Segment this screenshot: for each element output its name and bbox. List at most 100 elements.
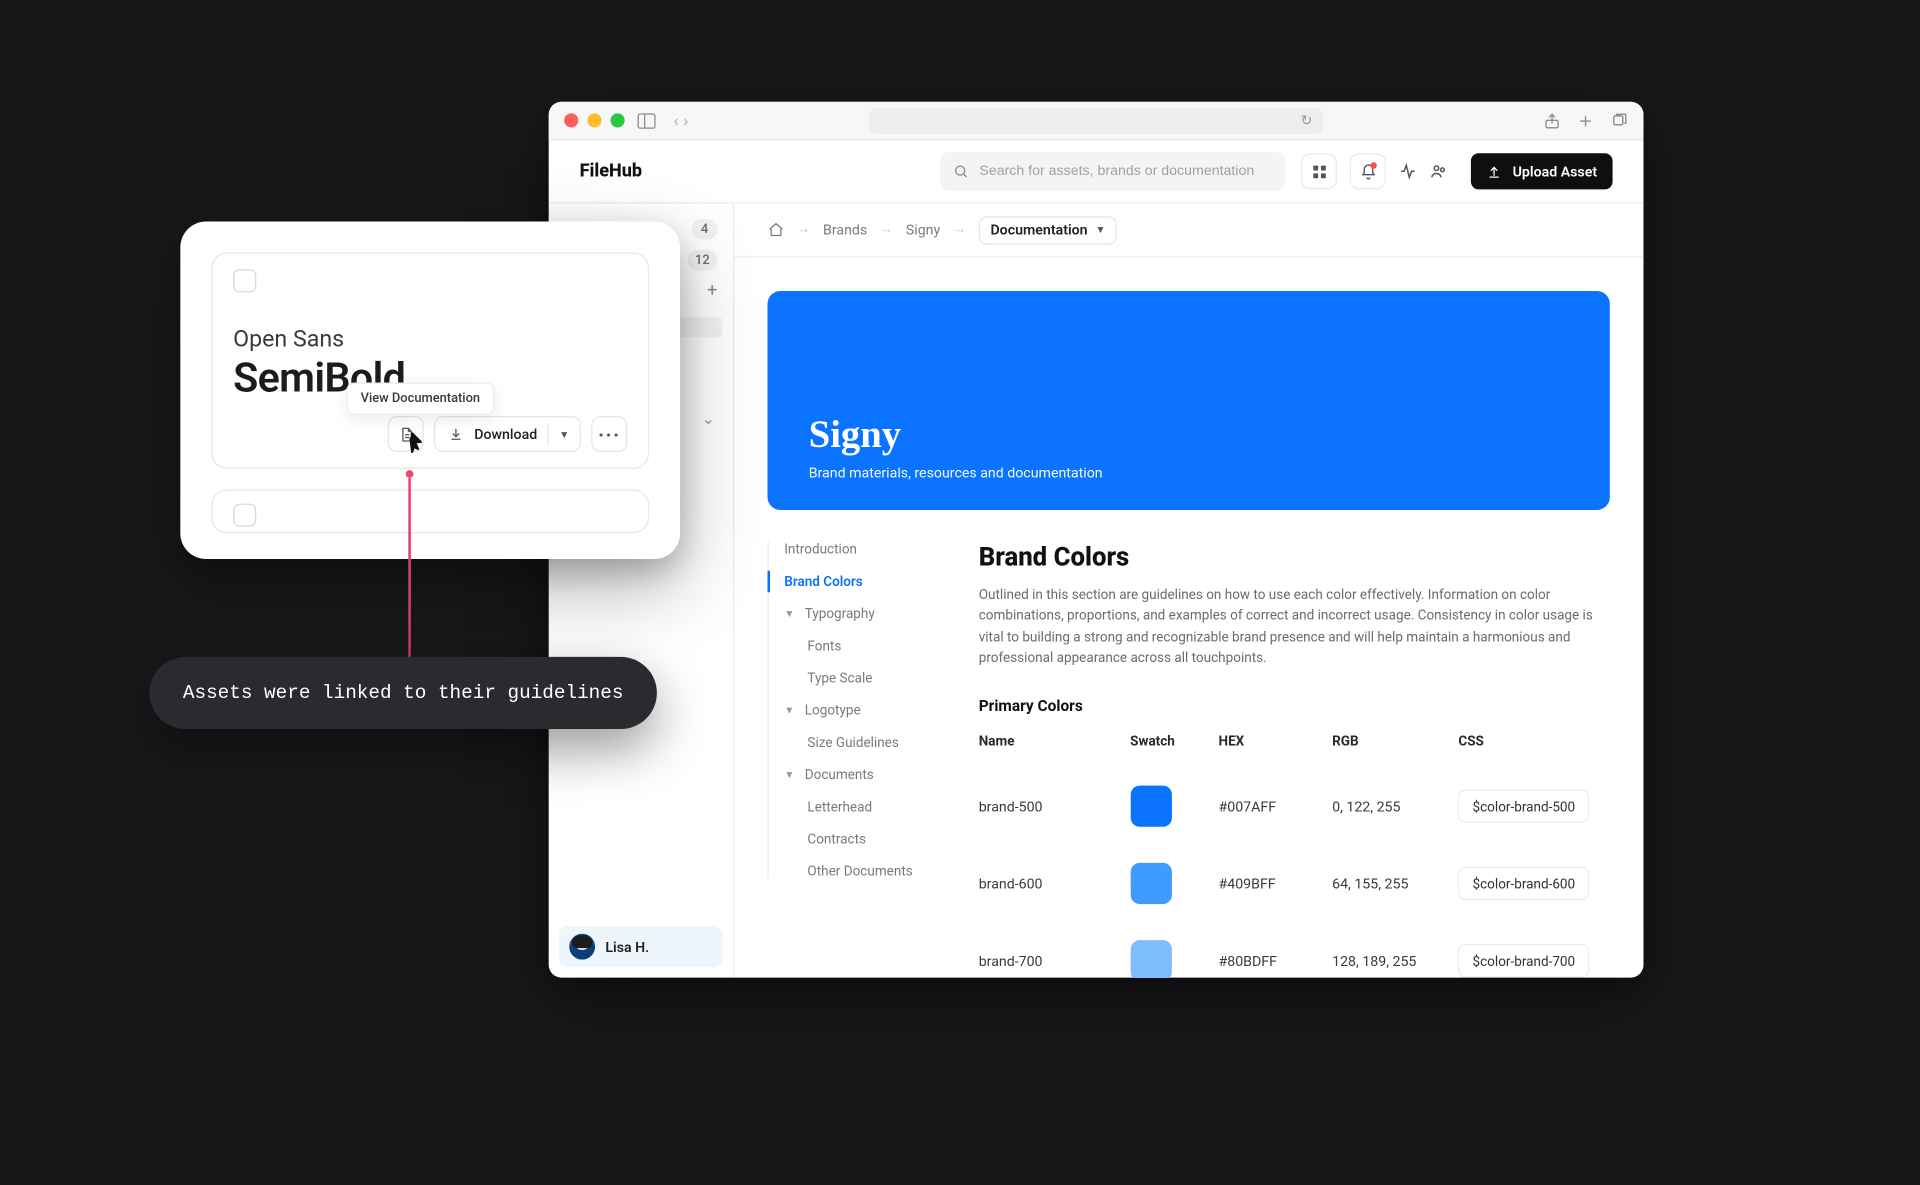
breadcrumb-current-chip[interactable]: Documentation ▼ — [979, 216, 1117, 244]
toc-typography-label: Typography — [805, 605, 875, 622]
color-css-token[interactable]: $color-brand-500 — [1458, 790, 1589, 823]
toc-other-documents[interactable]: Other Documents — [784, 863, 932, 880]
search-field[interactable] — [941, 152, 1286, 191]
nav-back-icon[interactable]: ‹ — [674, 111, 679, 129]
asset-card-inner[interactable]: Open Sans SemiBold View Documentation Do… — [211, 252, 649, 468]
download-label: Download — [474, 426, 537, 443]
team-icon[interactable] — [1430, 162, 1448, 180]
breadcrumb-sep-icon: → — [953, 223, 966, 237]
app-title: FileHub — [580, 161, 642, 182]
account-name: Lisa H. — [605, 938, 649, 955]
main: → Brands → Signy → Documentation ▼ Signy… — [734, 204, 1643, 978]
new-tab-icon[interactable] — [1577, 111, 1595, 129]
window-zoom-icon[interactable] — [611, 113, 625, 127]
search-input[interactable] — [979, 164, 1273, 179]
color-rgb: 128, 189, 255 — [1332, 922, 1458, 977]
annotation-dot — [406, 470, 414, 478]
doc-h3: Primary Colors — [979, 697, 1610, 715]
nav-forward-icon[interactable]: › — [684, 111, 689, 129]
notifications-icon[interactable] — [1350, 153, 1386, 189]
button-separator — [548, 424, 549, 445]
brand-hero: Signy Brand materials, resources and doc… — [768, 291, 1610, 510]
reload-icon[interactable]: ↻ — [1301, 112, 1313, 129]
home-icon[interactable] — [768, 222, 785, 239]
th-name: Name — [979, 733, 1130, 768]
search-icon — [954, 164, 969, 179]
doc-toc: Introduction Brand Colors ▼ Typography Fo… — [768, 541, 933, 978]
asset-card-secondary[interactable] — [211, 489, 649, 533]
color-rgb: 64, 155, 255 — [1332, 845, 1458, 922]
color-table: Name Swatch HEX RGB CSS bran — [979, 733, 1610, 978]
breadcrumb-brand[interactable]: Signy — [906, 222, 940, 239]
chevron-down-icon: ▼ — [784, 705, 794, 717]
toc-brand-colors[interactable]: Brand Colors — [784, 573, 932, 590]
tabs-icon[interactable] — [1610, 111, 1628, 129]
sidebar-collapse-icon[interactable]: ⌄ — [702, 410, 723, 428]
doc-content: Brand Colors Outlined in this section ar… — [979, 541, 1610, 978]
color-hex: #409BFF — [1219, 845, 1333, 922]
th-swatch: Swatch — [1130, 733, 1218, 768]
toc-type-scale[interactable]: Type Scale — [784, 670, 932, 687]
doc-h2: Brand Colors — [979, 541, 1610, 572]
hero-subtitle: Brand materials, resources and documenta… — [809, 465, 1569, 482]
address-bar[interactable]: ↻ — [869, 108, 1322, 134]
app-header: FileHub — [549, 140, 1644, 202]
account-pill[interactable]: Lisa H. — [559, 926, 723, 967]
window-close-icon[interactable] — [564, 113, 578, 127]
window-minimize-icon[interactable] — [587, 113, 601, 127]
cursor-pointer-icon — [403, 431, 424, 457]
toc-logotype[interactable]: ▼Logotype — [784, 702, 932, 719]
th-css: CSS — [1458, 733, 1610, 768]
upload-asset-button[interactable]: Upload Asset — [1471, 153, 1612, 189]
toc-letterhead[interactable]: Letterhead — [784, 799, 932, 816]
chevron-down-icon: ▼ — [1095, 224, 1105, 236]
nav-back-forward: ‹ › — [674, 111, 689, 129]
toc-size-guidelines[interactable]: Size Guidelines — [784, 734, 932, 751]
activity-icon[interactable] — [1399, 162, 1417, 180]
chevron-down-icon: ▼ — [784, 769, 794, 781]
color-swatch — [1130, 863, 1171, 904]
share-icon[interactable] — [1543, 111, 1561, 129]
more-actions-button[interactable]: ··· — [591, 416, 627, 452]
upload-asset-label: Upload Asset — [1513, 163, 1598, 180]
color-name: brand-700 — [979, 922, 1130, 977]
chevron-down-icon[interactable]: ▼ — [559, 428, 569, 440]
sidebar-add-icon[interactable]: + — [707, 281, 722, 302]
annotation-line — [408, 478, 411, 669]
grid-view-icon[interactable] — [1301, 153, 1337, 189]
browser-window: ‹ › ↻ FileHub — [549, 102, 1644, 978]
breadcrumb-sep-icon: → — [797, 223, 810, 237]
color-css-token[interactable]: $color-brand-700 — [1458, 944, 1589, 977]
font-family-label: Open Sans — [233, 325, 627, 352]
sidebar-count-a: 4 — [692, 219, 718, 240]
avatar — [569, 934, 595, 960]
table-row: brand-600 #409BFF 64, 155, 255 $color-br… — [979, 845, 1610, 922]
download-button[interactable]: Download ▼ — [434, 416, 581, 452]
toc-fonts[interactable]: Fonts — [784, 638, 932, 655]
color-css-token[interactable]: $color-brand-600 — [1458, 867, 1589, 900]
hero-title: Signy — [809, 413, 1569, 457]
toc-documents[interactable]: ▼ Documents — [784, 766, 932, 783]
breadcrumb-current-label: Documentation — [990, 222, 1087, 239]
traffic-lights — [564, 113, 625, 127]
asset-checkbox[interactable] — [233, 269, 256, 292]
th-rgb: RGB — [1332, 733, 1458, 768]
asset-checkbox[interactable] — [233, 504, 256, 527]
doc-lead: Outlined in this section are guidelines … — [979, 585, 1610, 669]
sidebar-toggle-icon[interactable] — [638, 113, 656, 128]
color-hex: #007AFF — [1219, 768, 1333, 845]
chevron-down-icon: ▼ — [784, 608, 794, 620]
toc-contracts[interactable]: Contracts — [784, 831, 932, 848]
toc-introduction[interactable]: Introduction — [784, 541, 932, 558]
table-row: brand-700 #80BDFF 128, 189, 255 $color-b… — [979, 922, 1610, 977]
table-row: brand-500 #007AFF 0, 122, 255 $color-bra… — [979, 768, 1610, 845]
breadcrumbs: → Brands → Signy → Documentation ▼ — [734, 204, 1643, 258]
color-swatch — [1130, 940, 1171, 977]
color-hex: #80BDFF — [1219, 922, 1333, 977]
toc-typography[interactable]: ▼ Typography — [784, 605, 932, 622]
asset-card: Open Sans SemiBold View Documentation Do… — [180, 222, 680, 559]
breadcrumb-brands[interactable]: Brands — [823, 222, 867, 239]
app-body: 4 nd 12 + ⌄ Green Corner Ha — [549, 202, 1644, 977]
toc-documents-label: Documents — [805, 766, 874, 783]
sidebar-count-b: 12 — [687, 250, 717, 271]
